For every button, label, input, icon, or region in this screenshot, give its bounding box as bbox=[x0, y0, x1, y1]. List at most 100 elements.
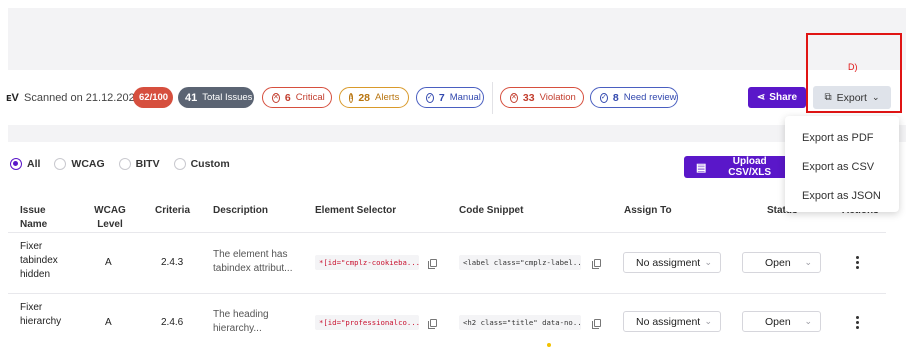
file-icon: ▤ bbox=[696, 161, 707, 174]
standard-filter-group: All WCAG BITV Custom bbox=[10, 158, 236, 170]
upload-label: Upload CSV/XLS bbox=[728, 156, 772, 178]
radio-all[interactable] bbox=[10, 158, 22, 170]
issue-name-line: Fixer bbox=[20, 241, 43, 252]
issue-name-line: tabindex bbox=[20, 255, 58, 266]
header-area bbox=[8, 8, 906, 70]
description-line: The element has bbox=[213, 249, 288, 260]
check-circle-icon: ✓ bbox=[600, 92, 608, 103]
element-selector: *[id="professionalco... bbox=[315, 315, 419, 330]
radio-custom[interactable] bbox=[173, 158, 186, 170]
status-select[interactable]: Open ⌄ bbox=[742, 311, 821, 332]
description-line: The heading bbox=[213, 309, 269, 320]
need-review-label: Need review bbox=[623, 92, 677, 103]
manual-filter-chip[interactable]: ✓ 7 Manual bbox=[416, 87, 484, 108]
description: The element has tabindex attribut... bbox=[213, 248, 293, 276]
criteria: 2.4.3 bbox=[161, 257, 184, 268]
share-icon: ⋖ bbox=[756, 92, 766, 103]
need-review-filter-chip[interactable]: ✓ 8 Need review bbox=[590, 87, 678, 108]
page-title-fragment: ᴇV bbox=[6, 92, 19, 104]
issue-name: Fixer tabindex hidden bbox=[20, 240, 58, 282]
assign-to-value: No assigment bbox=[636, 256, 701, 269]
x-circle-icon: ✕ bbox=[272, 92, 280, 103]
export-pdf-option[interactable]: Export as PDF bbox=[785, 123, 899, 152]
criteria: 2.4.6 bbox=[161, 317, 184, 328]
alerts-filter-chip[interactable]: ! 28 Alerts bbox=[339, 87, 409, 108]
assign-to-select[interactable]: No assigment ⌄ bbox=[623, 252, 721, 273]
column-header-code-snippet: Code Snippet bbox=[459, 205, 524, 216]
alert-circle-icon: ! bbox=[349, 92, 354, 103]
filter-option-all[interactable]: All bbox=[10, 158, 40, 170]
export-dropdown-menu: Export as PDF Export as CSV Export as JS… bbox=[785, 116, 899, 212]
annotation-box: D) bbox=[806, 33, 902, 113]
column-header-wcag-level: WCAG Level bbox=[94, 204, 126, 232]
score-badge: 62/100 bbox=[133, 87, 173, 108]
more-actions-icon[interactable] bbox=[856, 316, 860, 329]
alerts-label: Alerts bbox=[375, 92, 400, 103]
radio-wcag[interactable] bbox=[54, 158, 67, 170]
filter-option-wcag[interactable]: WCAG bbox=[54, 158, 105, 170]
column-header-assign-to: Assign To bbox=[624, 205, 672, 216]
column-header-description: Description bbox=[213, 205, 269, 216]
violation-count: 33 bbox=[522, 91, 535, 104]
filter-option-label: All bbox=[27, 158, 41, 170]
code-snippet: <h2 class="title" data-no... bbox=[459, 315, 581, 330]
total-issues-label: Total Issues bbox=[202, 92, 253, 103]
filter-option-label: Custom bbox=[190, 158, 230, 170]
header-line: Name bbox=[20, 219, 48, 230]
header-line: Issue bbox=[20, 205, 46, 216]
description-line: tabindex attribut... bbox=[213, 263, 293, 274]
filter-option-label: WCAG bbox=[71, 158, 105, 170]
export-json-option[interactable]: Export as JSON bbox=[785, 181, 899, 210]
manual-count: 7 bbox=[438, 91, 445, 104]
alerts-count: 28 bbox=[358, 91, 371, 104]
column-header-element-selector: Element Selector bbox=[315, 205, 397, 216]
cursor-dot bbox=[547, 343, 551, 347]
filter-option-label: BITV bbox=[135, 158, 160, 170]
column-header-criteria: Criteria bbox=[155, 205, 191, 216]
issue-name: Fixer hierarchy bbox=[20, 301, 61, 329]
export-csv-option[interactable]: Export as CSV bbox=[785, 152, 899, 181]
issue-name-line: Fixer bbox=[20, 302, 43, 313]
copy-icon[interactable] bbox=[592, 319, 601, 329]
critical-filter-chip[interactable]: ✕ 6 Critical bbox=[262, 87, 332, 108]
issue-name-line: hidden bbox=[20, 269, 51, 280]
copy-icon[interactable] bbox=[428, 319, 437, 329]
share-label: Share bbox=[769, 92, 798, 103]
table-divider bbox=[8, 232, 886, 233]
assign-to-select[interactable]: No assigment ⌄ bbox=[623, 311, 721, 332]
assign-to-value: No assigment bbox=[636, 315, 701, 328]
critical-count: 6 bbox=[284, 91, 291, 104]
divider bbox=[492, 82, 493, 114]
upload-csv-button[interactable]: ▤ Upload CSV/XLS bbox=[684, 156, 788, 178]
description: The heading hierarchy... bbox=[213, 308, 269, 336]
filter-option-custom[interactable]: Custom bbox=[173, 158, 230, 170]
status-select[interactable]: Open ⌄ bbox=[742, 252, 821, 273]
share-button[interactable]: ⋖ Share bbox=[748, 87, 806, 108]
table-divider bbox=[8, 293, 886, 294]
copy-icon[interactable] bbox=[592, 259, 601, 269]
need-review-count: 8 bbox=[612, 91, 619, 104]
score-value: 62/100 bbox=[139, 92, 169, 103]
scan-date: Scanned on 21.12.2025 bbox=[24, 92, 141, 104]
annotation-label: D) bbox=[848, 62, 858, 72]
radio-bitv[interactable] bbox=[118, 158, 131, 170]
section-divider-band bbox=[8, 125, 906, 142]
violation-filter-chip[interactable]: ✕ 33 Violation bbox=[500, 87, 584, 108]
more-actions-icon[interactable] bbox=[856, 256, 860, 269]
code-snippet: <label class="cmplz-label... bbox=[459, 255, 581, 270]
x-circle-icon: ✕ bbox=[510, 92, 518, 103]
copy-icon[interactable] bbox=[428, 259, 437, 269]
chevron-down-icon: ⌄ bbox=[804, 316, 812, 326]
wcag-level: A bbox=[105, 317, 112, 328]
chevron-down-icon: ⌄ bbox=[804, 257, 812, 267]
header-line: WCAG bbox=[94, 205, 126, 216]
violation-label: Violation bbox=[539, 92, 576, 103]
issue-name-line: hierarchy bbox=[20, 316, 62, 327]
column-header-issue-name: Issue Name bbox=[20, 204, 47, 232]
header-line: Level bbox=[97, 219, 123, 230]
critical-label: Critical bbox=[295, 92, 325, 103]
chevron-down-icon: ⌄ bbox=[704, 257, 712, 267]
wcag-level: A bbox=[105, 257, 112, 268]
total-issues-badge[interactable]: 41 Total Issues bbox=[178, 87, 254, 108]
filter-option-bitv[interactable]: BITV bbox=[118, 158, 160, 170]
